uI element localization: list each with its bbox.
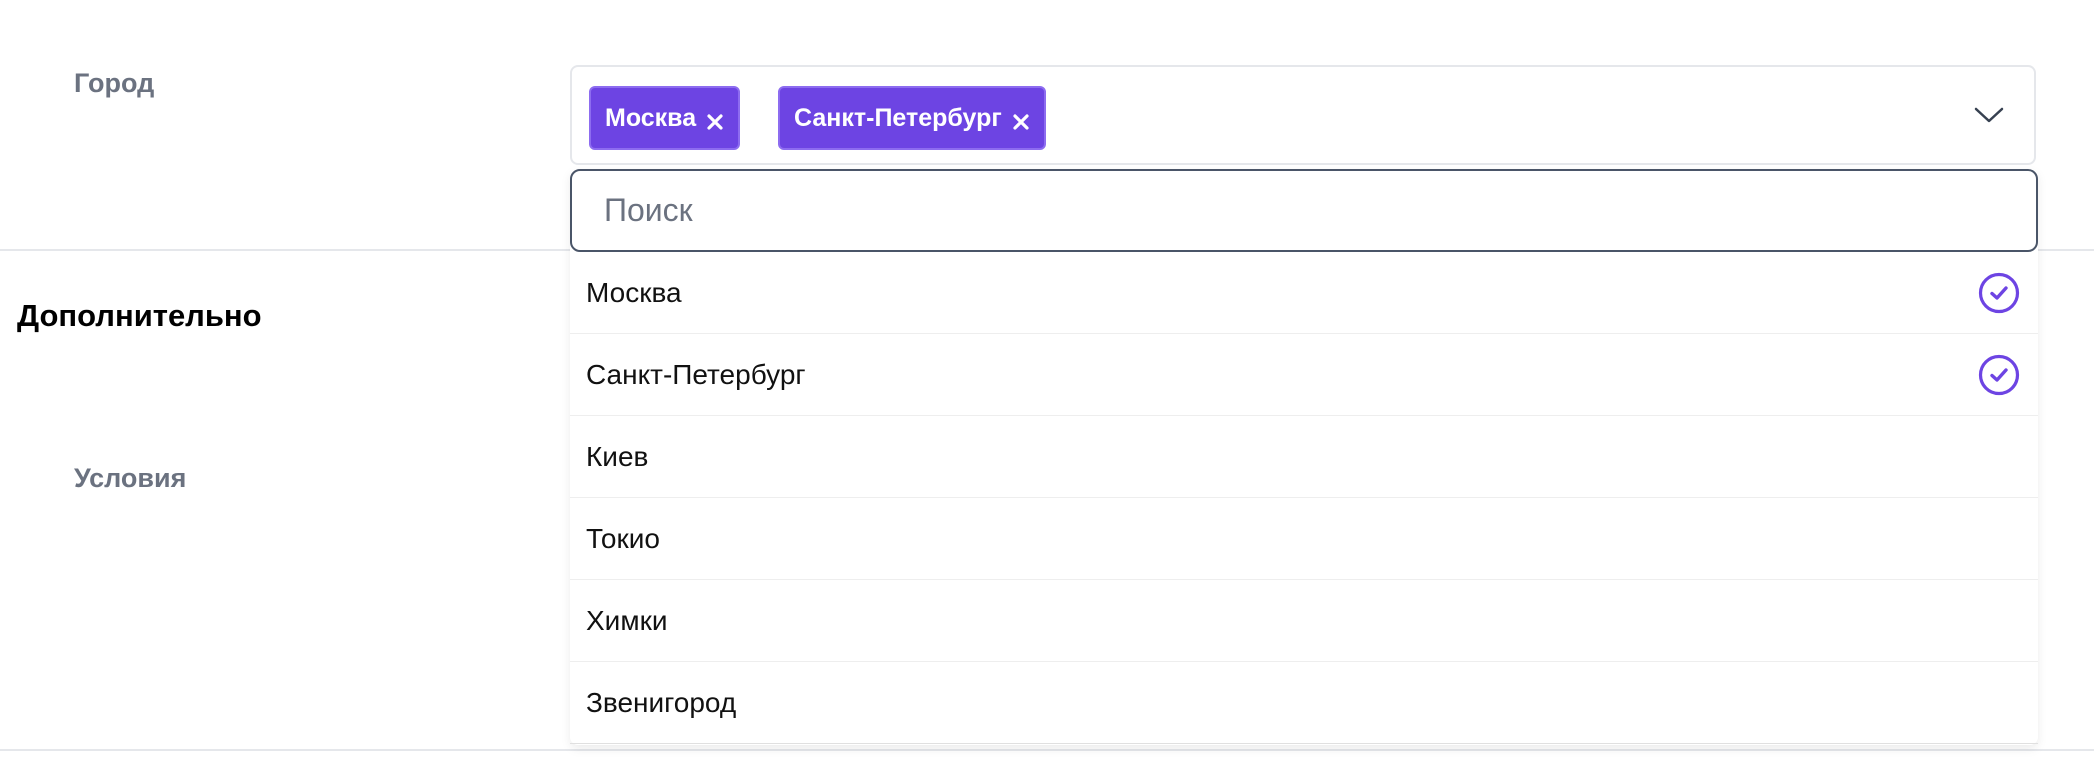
tag-label: Москва	[605, 103, 697, 132]
city-multiselect[interactable]: Москва Санкт-Петербург	[570, 65, 2036, 165]
conditions-label: Условия	[74, 463, 187, 493]
city-label: Город	[74, 68, 155, 98]
option-kyiv[interactable]: Киев	[570, 416, 2038, 498]
option-khimki[interactable]: Химки	[570, 580, 2038, 662]
check-circle-icon	[1978, 354, 2020, 396]
option-moscow[interactable]: Москва	[570, 252, 2038, 334]
check-circle-icon	[1978, 272, 2020, 314]
tag-label: Санкт-Петербург	[794, 103, 1002, 132]
option-zvenigorod[interactable]: Звенигород	[570, 662, 2038, 744]
close-icon[interactable]	[1012, 109, 1030, 130]
section-divider	[0, 749, 2094, 751]
option-saint-petersburg[interactable]: Санкт-Петербург	[570, 334, 2038, 416]
selected-tag-moscow: Москва	[589, 86, 741, 150]
close-icon[interactable]	[706, 109, 724, 130]
selected-tag-saint-petersburg: Санкт-Петербург	[778, 86, 1046, 150]
option-tokyo[interactable]: Токио	[570, 498, 2038, 580]
options-list: Москва Санкт-Петербург Киев Токио Химки	[570, 252, 2038, 744]
option-label: Звенигород	[586, 686, 737, 718]
page: Город Москва Санкт-Петербург Дополнитель…	[0, 0, 2094, 766]
section-title: Дополнительно	[17, 298, 262, 333]
option-label: Киев	[586, 440, 649, 472]
search-input[interactable]	[570, 169, 2038, 252]
option-label: Москва	[586, 276, 682, 308]
city-dropdown: Москва Санкт-Петербург Киев Токио Химки	[570, 169, 2038, 745]
chevron-down-icon[interactable]	[1974, 105, 2004, 125]
option-label: Санкт-Петербург	[586, 358, 806, 390]
option-label: Токио	[586, 522, 660, 554]
option-label: Химки	[586, 604, 668, 636]
